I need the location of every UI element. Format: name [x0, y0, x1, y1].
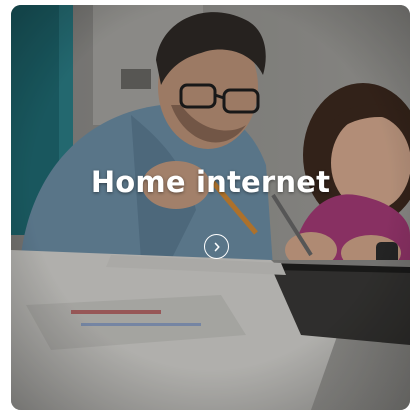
chevron-right-icon	[214, 242, 220, 251]
photo-dim-overlay	[11, 5, 410, 410]
home-internet-card[interactable]: Home internet	[11, 5, 410, 410]
card-title[interactable]: Home internet	[11, 165, 410, 199]
card-arrow-button[interactable]	[204, 234, 229, 259]
